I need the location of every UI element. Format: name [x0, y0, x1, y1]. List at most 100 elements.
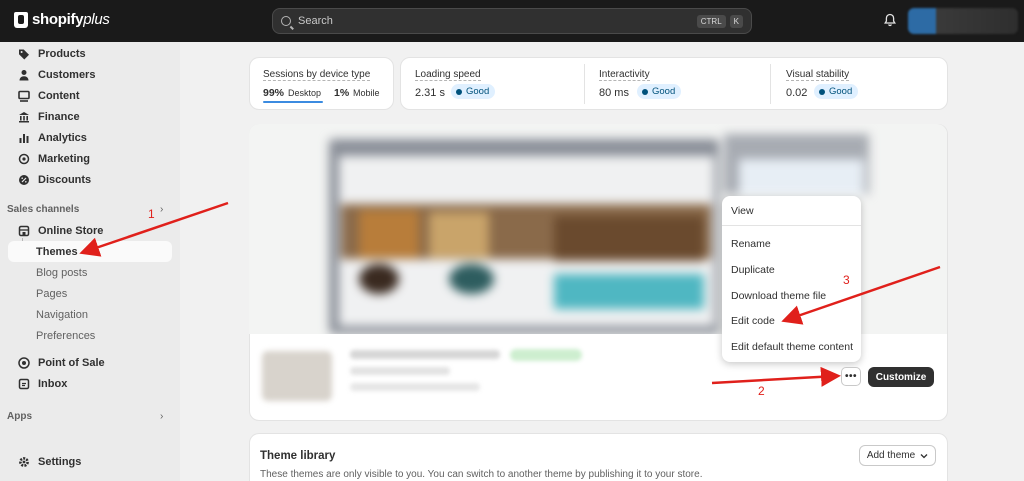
theme-library-title: Theme library [260, 450, 336, 462]
mobile-label: Mobile [353, 88, 380, 98]
sessions-card: Sessions by device type 99% Desktop 1% M… [249, 57, 394, 110]
status-dot-icon [642, 88, 648, 95]
search-bar[interactable]: Search CTRL K [272, 8, 752, 34]
sidebar-item-settings[interactable]: Settings [8, 451, 172, 472]
store-icon [18, 225, 30, 237]
sidebar-item-point-of-sale[interactable]: Point of Sale [8, 352, 172, 373]
menu-item-download[interactable]: Download theme file [731, 290, 826, 302]
sidebar-item-marketing[interactable]: Marketing [8, 148, 172, 169]
sidebar-sub-navigation[interactable]: Navigation [8, 304, 172, 325]
brand-name: shopifyplus [32, 11, 110, 28]
sessions-label[interactable]: Sessions by device type [263, 69, 371, 81]
sidebar-label: Content [38, 89, 80, 102]
add-theme-label: Add theme [866, 450, 916, 461]
desktop-label: Desktop [288, 88, 322, 98]
annotation-number-1: 1 [148, 207, 155, 221]
discount-icon [18, 174, 30, 186]
sidebar-label: Marketing [38, 152, 90, 165]
annotation-number-2: 2 [758, 384, 765, 398]
sales-channels-title[interactable]: Sales channels [7, 204, 79, 215]
gear-icon [18, 456, 30, 468]
sidebar-item-discounts[interactable]: Discounts [8, 169, 172, 190]
content-icon [18, 90, 30, 102]
top-bar: shopifyplus Search CTRL K [0, 0, 1024, 42]
sidebar-label: Analytics [38, 131, 87, 144]
tag-icon [18, 48, 30, 60]
sidebar-label: Finance [38, 110, 80, 123]
mobile-pct: 1% [334, 87, 350, 99]
loading-speed-label[interactable]: Loading speed [415, 69, 481, 81]
interactivity-value: 80 ms [599, 87, 629, 99]
visual-stability-badge: Good [814, 84, 859, 99]
shortcut-k: K [729, 14, 743, 28]
sidebar-sub-preferences[interactable]: Preferences [8, 325, 172, 346]
theme-library-card: Theme library These themes are only visi… [249, 433, 948, 481]
sidebar-label: Customers [38, 68, 96, 81]
menu-divider [722, 225, 861, 226]
desktop-bar [263, 101, 323, 103]
loading-speed-value: 2.31 s [415, 87, 445, 99]
badge-text: Good [466, 86, 490, 97]
shortcut-ctrl: CTRL [696, 14, 726, 28]
sidebar-sub-pages[interactable]: Pages [8, 283, 172, 304]
sidebar-label: Products [38, 47, 86, 60]
status-dot-icon [456, 88, 462, 95]
target-icon [18, 153, 30, 165]
menu-item-edit-code[interactable]: Edit code [731, 315, 775, 327]
theme-name-blurred [350, 350, 500, 359]
theme-actions-menu: View Rename Duplicate Download theme fil… [722, 196, 861, 362]
sidebar-label: Discounts [38, 173, 92, 186]
visual-stability-value: 0.02 [786, 87, 808, 99]
sidebar-item-analytics[interactable]: Analytics [8, 127, 172, 148]
chevron-right-icon[interactable]: › [160, 411, 163, 422]
theme-meta-blurred [350, 367, 450, 375]
account-menu[interactable] [908, 8, 1018, 34]
sidebar-item-finance[interactable]: Finance [8, 106, 172, 127]
sidebar-label: Point of Sale [38, 356, 105, 369]
search-placeholder: Search [298, 15, 333, 27]
bell-icon[interactable] [883, 13, 897, 27]
sidebar-label: Online Store [38, 224, 104, 237]
sidebar-item-products[interactable]: Products [8, 43, 172, 64]
menu-item-view[interactable]: View [731, 205, 754, 217]
more-actions-button[interactable]: ••• [841, 367, 861, 386]
shopify-logo[interactable]: shopifyplus [14, 11, 110, 28]
sidebar: Products Customers Content Finance Analy… [0, 42, 180, 481]
chevron-down-icon [920, 453, 928, 458]
bar-chart-icon [18, 132, 30, 144]
interactivity-badge: Good [637, 84, 682, 99]
live-badge-blurred [510, 349, 582, 361]
pos-icon [18, 356, 30, 369]
menu-item-duplicate[interactable]: Duplicate [731, 264, 775, 276]
sidebar-item-inbox[interactable]: Inbox [8, 373, 172, 394]
badge-text: Good [829, 86, 853, 97]
sidebar-label: Settings [38, 455, 82, 468]
inbox-icon [18, 378, 30, 390]
interactivity-label[interactable]: Interactivity [599, 69, 650, 81]
divider [584, 64, 585, 104]
bank-icon [18, 111, 30, 123]
apps-title[interactable]: Apps [7, 411, 32, 422]
status-dot-icon [819, 88, 825, 95]
badge-text: Good [652, 86, 676, 97]
theme-library-description: These themes are only visible to you. Yo… [260, 469, 703, 480]
sidebar-item-online-store[interactable]: Online Store [8, 220, 172, 241]
visual-stability-label[interactable]: Visual stability [786, 69, 850, 81]
menu-item-rename[interactable]: Rename [731, 238, 771, 250]
sidebar-sub-themes[interactable]: Themes [8, 241, 172, 262]
chevron-right-icon[interactable]: › [160, 204, 163, 215]
person-icon [18, 69, 30, 81]
add-theme-button[interactable]: Add theme [859, 445, 936, 466]
theme-thumbnail [262, 351, 332, 401]
search-icon [281, 16, 291, 26]
desktop-pct: 99% [263, 87, 285, 99]
sidebar-sub-blog-posts[interactable]: Blog posts [8, 262, 172, 283]
sidebar-label: Inbox [38, 377, 68, 390]
menu-item-edit-default-content[interactable]: Edit default theme content [731, 341, 853, 353]
annotation-number-3: 3 [843, 273, 850, 287]
loading-speed-badge: Good [451, 84, 496, 99]
sidebar-item-customers[interactable]: Customers [8, 64, 172, 85]
divider [770, 64, 771, 104]
sidebar-item-content[interactable]: Content [8, 85, 172, 106]
customize-button[interactable]: Customize [868, 367, 934, 387]
